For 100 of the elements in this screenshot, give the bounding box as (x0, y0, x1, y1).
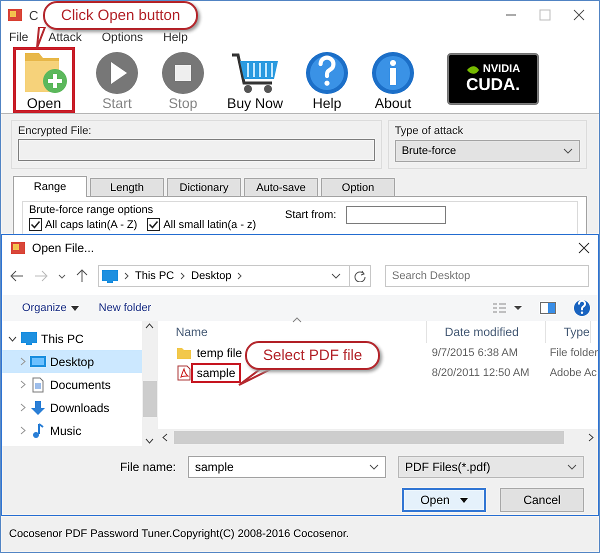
document-icon (30, 376, 46, 392)
chevron-right-icon (124, 272, 129, 280)
tab[interactable]: Range (13, 176, 87, 197)
field-label: File name: (120, 460, 176, 474)
callout: Click Open button (43, 1, 198, 30)
chevron-down-icon (369, 464, 379, 470)
view-list-icon[interactable] (492, 302, 522, 314)
search-field[interactable]: Search Desktop (385, 265, 589, 287)
menu-item[interactable]: Help (163, 30, 188, 44)
nav-item[interactable]: Documents (2, 373, 142, 396)
chevron-right-icon (20, 380, 26, 389)
refresh-icon[interactable] (354, 270, 366, 282)
file-date: 9/7/2015 6:38 AM (430, 347, 519, 359)
chevron-down-icon (145, 438, 154, 444)
field-label: Encrypted File: (18, 125, 92, 137)
logo-text: NVIDIA (482, 63, 520, 75)
chevron-down-icon (563, 148, 573, 154)
stop-icon (161, 51, 205, 95)
folder-icon (176, 345, 192, 361)
dialog-button[interactable]: Open (402, 488, 486, 512)
menu-item[interactable]: File (9, 30, 28, 44)
checkbox[interactable] (29, 218, 42, 231)
play-icon (95, 51, 139, 95)
chevron-right-icon (20, 403, 26, 412)
dropdown-value: PDF Files(*.pdf) (405, 460, 490, 474)
file-name[interactable]: temp file (196, 346, 242, 360)
monitor-icon (30, 354, 46, 370)
checkbox[interactable] (147, 218, 160, 231)
input-field[interactable]: sample (188, 456, 386, 478)
chevron-down-icon (8, 336, 17, 342)
close-icon[interactable] (578, 242, 590, 254)
input-field[interactable] (18, 139, 375, 161)
sort-caret-icon (292, 317, 302, 323)
tab[interactable]: Option (321, 178, 395, 196)
file-type: Adobe Ac (550, 367, 597, 379)
cart-icon (230, 51, 280, 95)
window-title: C (29, 8, 38, 22)
download-arrow-icon (30, 400, 46, 416)
monitor-icon (102, 270, 118, 282)
up-arrow-icon[interactable] (76, 269, 88, 283)
scrollbar[interactable] (158, 429, 598, 446)
menu-item[interactable]: Options (102, 30, 144, 44)
toolbar-button[interactable]: Buy Now (227, 51, 284, 111)
toolbar-button[interactable]: New folder (98, 302, 152, 314)
app-icon (7, 7, 23, 23)
nav-item[interactable]: Downloads (2, 396, 142, 419)
column-header[interactable]: Type (546, 321, 591, 343)
eye-icon (466, 64, 480, 74)
chevron-right-icon (588, 433, 594, 442)
tab[interactable]: Auto-save (244, 178, 318, 196)
breadcrumb-item[interactable]: This PC (135, 270, 174, 282)
logo-text: CUDA. (466, 75, 520, 95)
dropdown-value: Brute-force (402, 145, 456, 157)
scroll-thumb[interactable] (174, 431, 564, 444)
tab[interactable]: Length (90, 178, 164, 196)
checkbox-label: All caps latin(A - Z) (45, 218, 138, 230)
chevron-right-icon (20, 426, 26, 435)
dialog-title: Open File... (32, 241, 94, 255)
caret-icon (70, 306, 79, 310)
file-name[interactable]: sample (190, 363, 242, 383)
chevron-left-icon (162, 433, 168, 442)
scroll-thumb[interactable] (142, 380, 157, 416)
chevron-down-icon[interactable] (58, 274, 66, 278)
monitor-icon (21, 330, 37, 346)
field-label: Type of attack (394, 125, 464, 137)
column-header[interactable]: Date modified (426, 321, 546, 343)
nav-item[interactable]: Music (2, 419, 142, 442)
dialog-button[interactable]: Cancel (500, 488, 584, 512)
app-icon (10, 240, 26, 256)
file-type: File folder (550, 347, 598, 359)
info-icon (371, 51, 416, 95)
chevron-right-icon (180, 272, 186, 280)
scrollbar[interactable] (142, 321, 158, 446)
input-field[interactable] (346, 206, 446, 224)
help-icon[interactable] (574, 300, 590, 316)
toolbar-button[interactable]: Open (15, 49, 73, 111)
nav-item[interactable]: Desktop (2, 350, 142, 373)
toolbar-button[interactable]: Help (305, 51, 350, 111)
menu-item[interactable]: Attack (48, 30, 82, 44)
address-bar[interactable]: This PC Desktop (98, 265, 371, 287)
field-value: sample (195, 460, 234, 474)
nav-item[interactable]: This PC (2, 327, 142, 350)
toolbar-button[interactable]: Organize (22, 302, 79, 314)
dropdown[interactable]: PDF Files(*.pdf) (398, 456, 584, 478)
chevron-right-icon (20, 357, 26, 366)
music-note-icon (30, 422, 46, 438)
back-arrow-icon[interactable] (10, 270, 24, 282)
caret-icon (460, 498, 468, 502)
dropdown[interactable]: Brute-force (394, 140, 580, 162)
tab[interactable]: Dictionary (167, 178, 241, 196)
breadcrumb-item[interactable]: Desktop (191, 270, 232, 282)
close-icon[interactable] (573, 9, 585, 21)
field-label: Start from: (285, 209, 336, 221)
pdf-file-icon (176, 365, 192, 381)
toolbar-button[interactable]: About (371, 51, 416, 111)
preview-pane-icon[interactable] (540, 302, 556, 314)
checkbox-label: All small latin(a - z) (163, 218, 256, 230)
help-icon (305, 51, 350, 95)
chevron-down-icon (567, 464, 577, 470)
chevron-down-icon[interactable] (331, 273, 341, 279)
